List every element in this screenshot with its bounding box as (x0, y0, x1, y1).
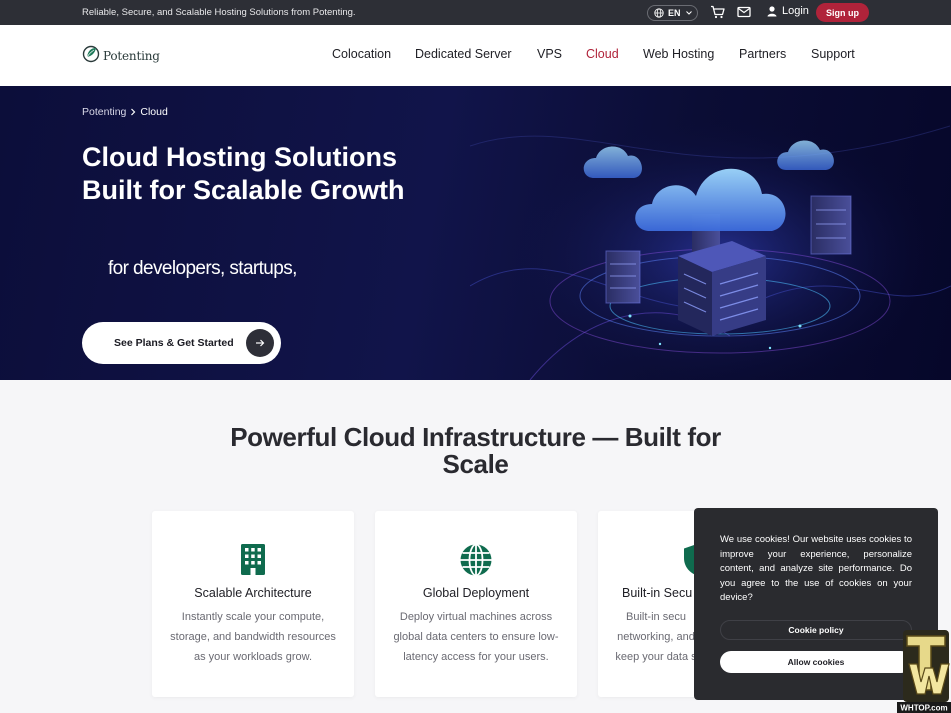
breadcrumb: Potenting Cloud (82, 106, 168, 118)
user-icon (767, 5, 777, 16)
building-icon (241, 544, 265, 575)
cookie-policy-button[interactable]: Cookie policy (720, 620, 912, 640)
logo-leaf-icon (82, 45, 100, 63)
breadcrumb-current: Cloud (140, 106, 168, 118)
brand-logo[interactable]: Potenting (82, 44, 160, 64)
globe-icon (654, 8, 664, 18)
tagline: Reliable, Secure, and Scalable Hosting S… (82, 7, 356, 18)
nav-dedicated-server[interactable]: Dedicated Server (415, 47, 512, 61)
arrow-right-icon (246, 329, 274, 357)
hero-title: Cloud Hosting Solutions Built for Scalab… (82, 142, 405, 205)
language-selector[interactable]: EN (647, 5, 698, 21)
feature-card-global: Global Deployment Deploy virtual machine… (375, 511, 577, 697)
feature-title: Global Deployment (422, 586, 530, 600)
nav-vps[interactable]: VPS (537, 47, 562, 61)
nav-cloud[interactable]: Cloud (586, 47, 619, 61)
signup-button[interactable]: Sign up (816, 3, 869, 22)
feature-description: Built-in secu networking, and keep your … (615, 611, 697, 663)
hero-banner: Potenting Cloud Cloud Hosting Solutions … (0, 86, 951, 380)
top-bar: Reliable, Secure, and Scalable Hosting S… (0, 0, 951, 25)
cloud-datacenter-illustration (470, 116, 951, 380)
login-label: Login (782, 5, 809, 17)
nav-colocation[interactable]: Colocation (332, 47, 391, 61)
brand-name: Potenting (103, 49, 160, 63)
feature-card-scalable: Scalable Architecture Instantly scale yo… (152, 511, 354, 697)
feature-title: Scalable Architecture (194, 586, 312, 600)
hero-subtitle: for developers, startups, (108, 258, 297, 279)
language-label: EN (668, 8, 681, 18)
main-navigation: Potenting Colocation Dedicated Server VP… (0, 25, 951, 86)
cart-icon[interactable] (710, 5, 725, 19)
nav-web-hosting[interactable]: Web Hosting (643, 47, 714, 61)
whtop-badge-logo: WHTOP.com (897, 630, 951, 713)
chevron-down-icon (685, 11, 692, 15)
cta-label: See Plans & Get Started (114, 337, 234, 349)
breadcrumb-home[interactable]: Potenting (82, 106, 126, 118)
login-link[interactable]: Login (767, 5, 809, 17)
allow-cookies-button[interactable]: Allow cookies (720, 651, 912, 673)
nav-partners[interactable]: Partners (739, 47, 786, 61)
globe-icon (460, 543, 492, 577)
see-plans-button[interactable]: See Plans & Get Started (82, 322, 281, 364)
mail-icon[interactable] (737, 6, 751, 18)
feature-description: Deploy virtual machines across global da… (393, 611, 559, 663)
chevron-right-icon (131, 108, 136, 116)
cookie-message: We use cookies! Our website uses cookies… (720, 534, 912, 603)
feature-description: Instantly scale your compute, storage, a… (170, 611, 336, 663)
watermark-text: WHTOP.com (900, 704, 947, 713)
nav-support[interactable]: Support (811, 47, 855, 61)
section-title: Powerful Cloud Infrastructure — Built fo… (230, 422, 721, 479)
